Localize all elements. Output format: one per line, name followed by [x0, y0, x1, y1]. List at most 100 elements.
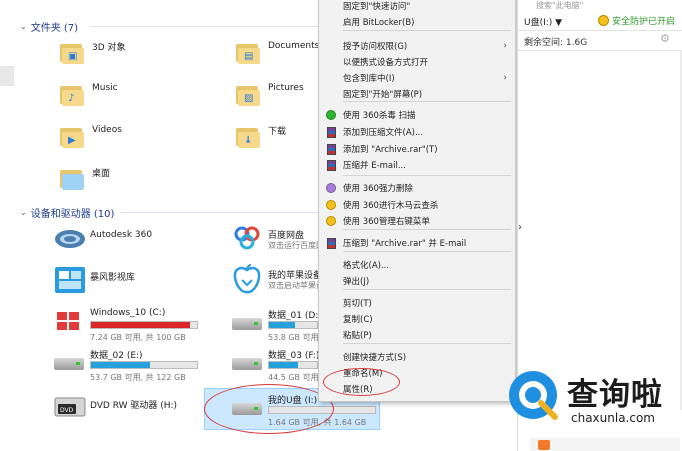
menu-item[interactable]: 启用 BitLocker(B): [319, 14, 515, 30]
menu-separator: [343, 229, 511, 230]
drive-size: 44.5 GB 可用: [268, 373, 319, 382]
menu-item[interactable]: 使用 360强力删除: [319, 180, 515, 196]
apple-device-icon: [233, 264, 261, 294]
menu-separator: [343, 30, 511, 31]
drive-usage-bar: [268, 321, 318, 329]
menu-item-label: 使用 360杀毒 扫描: [343, 111, 416, 121]
svg-text:DVD: DVD: [60, 407, 74, 414]
menu-item[interactable]: 剪切(T): [319, 295, 515, 311]
menu-item[interactable]: 授予访问权限(G) ›: [319, 38, 515, 54]
udisk-dropdown[interactable]: U盘(I:) ▼: [524, 15, 562, 28]
folders-section-header[interactable]: ⌄ 文件夹 (7): [20, 19, 78, 34]
drive-usage-bar: [90, 321, 198, 329]
menu-item-label: 创建快捷方式(S): [343, 353, 407, 363]
menu-item-label: 压缩并 E-mail...: [343, 161, 406, 171]
menu-item[interactable]: 格式化(A)...: [319, 257, 515, 273]
menu-separator: [343, 251, 511, 252]
drive-name: Windows_10 (C:): [90, 308, 166, 318]
watermark-title: 查询啦: [567, 377, 663, 413]
folder-music[interactable]: ♪ Music: [60, 83, 118, 106]
search-box[interactable]: 搜索"此电脑": [536, 0, 682, 10]
chevron-down-icon: ⌄: [20, 22, 27, 31]
annotation-oval-drive: [204, 384, 334, 434]
drive-name: 数据_03 (F:): [268, 351, 320, 361]
device-name: 暴风影视库: [90, 273, 136, 283]
security-status-label: 安全防护已开启: [612, 17, 676, 27]
folders-header-label: 文件夹 (7): [30, 23, 79, 34]
menu-item[interactable]: 添加到压缩文件(A)...: [319, 124, 515, 140]
folder-icon: ▣: [60, 42, 84, 64]
dvd-drive-icon: DVD: [54, 397, 86, 417]
menu-item-label: 启用 BitLocker(B): [343, 18, 415, 28]
shield-360-icon: [319, 107, 343, 123]
drive-usage-bar: [90, 361, 198, 369]
folder-desktop[interactable]: 桌面: [60, 168, 110, 190]
menu-item[interactable]: 弹出(J): [319, 273, 515, 289]
drive-usage-bar: [268, 361, 318, 369]
hard-drive-icon: [54, 354, 84, 372]
submenu-chevron-icon: ›: [503, 41, 507, 51]
menu-item[interactable]: 粘贴(P): [319, 327, 515, 343]
menu-item-label: 粘贴(P): [343, 331, 372, 341]
menu-item-icon-slot: [319, 0, 343, 14]
menu-item-label: 添加到 "Archive.rar"(T): [343, 145, 438, 155]
menu-item[interactable]: 添加到 "Archive.rar"(T): [319, 141, 515, 157]
drive-name: 数据_01 (D:): [268, 311, 322, 321]
gear-icon[interactable]: ⚙: [660, 32, 670, 45]
menu-item[interactable]: 复制(C): [319, 311, 515, 327]
baidu-netdisk-icon: [234, 226, 260, 250]
windows-drive-icon: [57, 312, 79, 330]
menu-item[interactable]: 以便携式设备方式打开: [319, 54, 515, 70]
folder-downloads[interactable]: ↓ 下载: [236, 126, 286, 148]
folder-label: 3D 对象: [92, 42, 126, 53]
menu-item-icon-slot: [319, 295, 343, 311]
menu-item[interactable]: 压缩并 E-mail...: [319, 157, 515, 173]
menu-separator: [343, 101, 511, 102]
menu-item-label: 添加到压缩文件(A)...: [343, 128, 424, 138]
menu-item[interactable]: 固定到"开始"屏幕(P): [319, 86, 515, 102]
divider: [518, 30, 682, 31]
folder-label: 下载: [268, 126, 287, 137]
menu-item[interactable]: 压缩到 "Archive.rar" 并 E-mail: [319, 235, 515, 251]
menu-item-icon-slot: [319, 70, 343, 86]
folder-icon: ↓: [236, 126, 260, 148]
folder-documents[interactable]: ▤ Documents: [236, 41, 319, 64]
yellow-360-icon: [319, 213, 343, 229]
menu-item-label: 授予访问权限(G): [343, 42, 408, 52]
menu-item[interactable]: 创建快捷方式(S): [319, 349, 515, 365]
menu-item-label: 包含到库中(I): [343, 74, 395, 84]
chaxunla-logo-icon: [509, 371, 558, 420]
menu-item-label: 复制(C): [343, 315, 373, 325]
menu-item[interactable]: 使用 360杀毒 扫描: [319, 107, 515, 123]
devices-header-label: 设备和驱动器 (10): [30, 209, 115, 220]
folder-videos[interactable]: ▶ Videos: [60, 125, 122, 148]
pane-toggle-chevron-icon[interactable]: ›: [518, 222, 528, 238]
yellow-360-icon: [319, 197, 343, 213]
folder-pictures[interactable]: ▨ Pictures: [236, 83, 304, 106]
menu-item-icon-slot: [319, 14, 343, 30]
folder-label: Pictures: [268, 83, 304, 93]
menu-item-icon-slot: [319, 327, 343, 343]
menu-item[interactable]: 使用 360管理右键菜单: [319, 213, 515, 229]
watermark-url: chaxunla.com: [571, 411, 655, 425]
menu-item[interactable]: 固定到"快速访问": [319, 0, 515, 14]
menu-item-icon-slot: [319, 349, 343, 365]
menu-item[interactable]: 使用 360进行木马云查杀: [319, 197, 515, 213]
drive-name: DVD RW 驱动器 (H:): [90, 401, 178, 411]
menu-item-label: 弹出(J): [343, 277, 370, 287]
baofeng-library-icon: [55, 267, 85, 293]
annotation-oval-properties: [323, 368, 400, 396]
menu-item[interactable]: 包含到库中(I) ›: [319, 70, 515, 86]
devices-section-header[interactable]: ⌄ 设备和驱动器 (10): [20, 205, 114, 220]
menu-item-label: 使用 360进行木马云查杀: [343, 201, 439, 211]
purple-360-icon: [319, 180, 343, 196]
folder-icon: ▶: [60, 126, 84, 148]
folder-label: Videos: [92, 125, 122, 135]
menu-item-label: 格式化(A)...: [343, 261, 390, 271]
menu-item-icon-slot: [319, 38, 343, 54]
divider: [518, 50, 682, 51]
security-status[interactable]: 安全防护已开启: [598, 14, 675, 27]
menu-separator: [343, 289, 511, 290]
folder-3d-objects[interactable]: ▣ 3D 对象: [60, 42, 126, 64]
360-shield-icon: [598, 15, 609, 26]
